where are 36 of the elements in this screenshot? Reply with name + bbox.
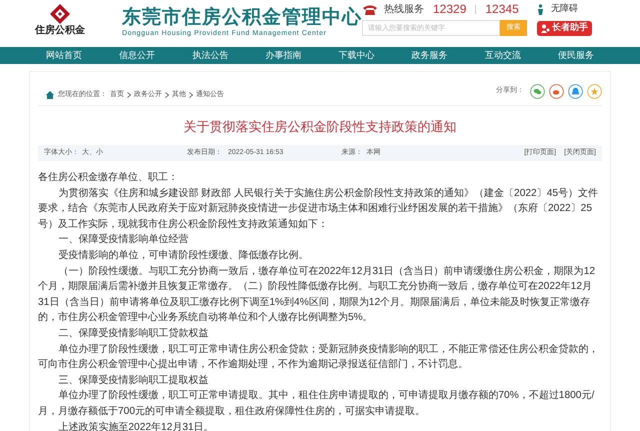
hotline-label: 热线服务 xyxy=(384,2,424,16)
accessibility-icon xyxy=(536,4,545,14)
body-paragraph: （一）阶段性缓缴。与职工充分协商一致后，缴存单位可在2022年12月31日（含当日）前申请缓缴住房公积金，期限为12个月，期限届满后需补缴并且恢复正常缴存。（二）阶段性降低缴存比例。与职工充分协商一致后，缴存单位可在2022年12月31日（含当日）前申请将单位及职工缴存比例下调至1%到4%区间，期限为12个月。期限届满后，单位未能及时恢复正常缴存的，市住房公积金管理中心业务系统自动将单位和个人缴存比例调整为5%。 xyxy=(38,264,596,326)
salutation-text: 各住房公积金缴存单位、职工： xyxy=(38,170,179,185)
body-paragraph: 单位办理了阶段性缓缴，职工可正常申请提取。其中，租住住房申请提取的，可申请提取月缴存额的70%，不超过1800元/月，月缴存额低于700元的可申请全额提取，租住政府保障性住房的，可据实申请提取。 xyxy=(38,388,596,419)
weibo-icon[interactable] xyxy=(549,84,564,99)
section-heading: 二、保障受疫情影响职工贷款权益 xyxy=(57,326,210,341)
section-heading: 三、保障受疫情影响职工提取权益 xyxy=(57,374,210,388)
nav-item[interactable]: 下载中心 xyxy=(332,47,381,64)
body-paragraph: 单位办理了阶段性缓缴，职工可正常申请住房公积金贷款；受新冠肺炎疫情影响的职工，不能正常偿还住房公积金贷款的，可向市住房公积金管理中心提出申请，不作逾期处理，不作为逾期记录报送征信部门，不计罚息。 xyxy=(38,342,600,372)
logo-icon xyxy=(49,3,71,25)
nav-item[interactable]: 执法公告 xyxy=(186,47,234,64)
accessibility-link[interactable]: 无障碍 xyxy=(550,2,578,16)
phone-icon xyxy=(362,4,378,14)
wechat-icon[interactable] xyxy=(530,84,545,99)
article-title: 关于贯彻落实住房公积金阶段性支持政策的通知 xyxy=(182,118,458,136)
chevron-icon xyxy=(127,92,131,98)
nav-item[interactable]: 政务服务 xyxy=(406,47,454,64)
home-icon xyxy=(46,91,54,100)
nav-item[interactable]: 信息公开 xyxy=(113,47,162,64)
section-heading: 一、保障受疫情影响单位经营 xyxy=(57,232,190,248)
elder-helper-button[interactable]: 长者助手 xyxy=(537,20,592,36)
nav-item[interactable]: 便民服务 xyxy=(552,47,600,64)
body-paragraph: 上述政策实施至2022年12月31日。 xyxy=(57,420,215,431)
body-paragraph: 为贯彻落实《住房和城乡建设部 财政部 人民银行关于实施住房公积金阶段性支持政策的通知》（建金〔2022〕45号）文件要求，结合《东莞市人民政府关于应对新冠肺炎疫情进一步促进市场主体和困难行业纾困发展的若干措施》（东府〔2022〕25号）及工作实际，现就我市住房公积金阶段性支持政策通知如下： xyxy=(38,186,600,232)
body-paragraph: 受疫情影响的单位，可申请阶段性缓缴、降低缴存比例。 xyxy=(57,248,310,263)
person-icon xyxy=(541,24,550,32)
nav-item[interactable]: 互动交流 xyxy=(478,47,527,64)
site-title: 东莞市住房公积金管理中心 xyxy=(122,7,362,29)
logo-text: 住房公积金 xyxy=(35,25,85,36)
chevron-icon xyxy=(189,92,193,98)
nav-item[interactable]: 办事指南 xyxy=(259,47,308,64)
hotline-number: 12345 xyxy=(484,1,520,18)
hotline-number: 12329 xyxy=(432,1,468,18)
nav-item[interactable]: 网站首页 xyxy=(40,47,88,64)
chevron-icon xyxy=(165,92,169,98)
